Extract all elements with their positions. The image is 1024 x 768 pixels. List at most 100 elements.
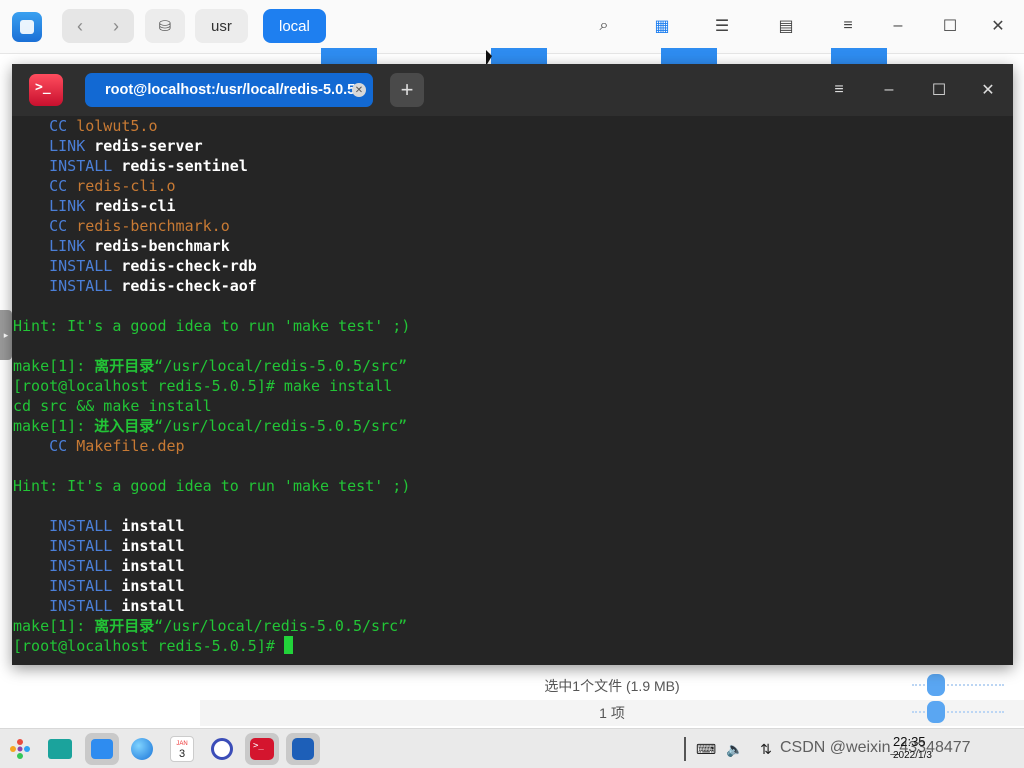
taskbar: JAN 3 >_ ⌨ 🔈 ⇅ CSDN @weixin_43348477 22:… xyxy=(0,728,1024,768)
terminal-app-icon: >_ xyxy=(29,74,63,106)
terminal-line: INSTALL install xyxy=(13,556,1008,576)
terminal-text: CC xyxy=(13,117,77,135)
forward-button[interactable]: › xyxy=(98,9,134,43)
file-manager-toolbar: ‹ › ⛁ usr local ⌕ ▦ ☰ ▤ ≡ – ☐ ✕ xyxy=(0,0,1024,54)
terminal-taskbar-icon[interactable]: >_ xyxy=(245,733,279,765)
terminal-text: [root@localhost redis-5.0.5]# make insta… xyxy=(13,377,393,395)
terminal-text: redis-cli xyxy=(94,197,176,215)
terminal-close-icon[interactable]: ✕ xyxy=(976,78,1000,102)
terminal-text: INSTALL xyxy=(13,157,122,175)
terminal-text: redis-server xyxy=(94,137,203,155)
terminal-line: [root@localhost redis-5.0.5]# xyxy=(13,636,1008,656)
file-item[interactable] xyxy=(491,48,547,64)
new-tab-button[interactable]: + xyxy=(390,73,424,107)
terminal-line: make[1]: 离开目录“/usr/local/redis-5.0.5/src… xyxy=(13,616,1008,636)
maximize-icon[interactable]: ☐ xyxy=(938,14,962,38)
tab-close-icon[interactable]: ✕ xyxy=(352,83,366,97)
terminal-line: Hint: It's a good idea to run 'make test… xyxy=(13,316,1008,336)
terminal-text: [root@localhost redis-5.0.5]# xyxy=(13,637,284,655)
keyboard-icon[interactable]: ⌨ xyxy=(696,739,716,759)
back-button[interactable]: ‹ xyxy=(62,9,98,43)
terminal-line: INSTALL install xyxy=(13,536,1008,556)
file-item[interactable] xyxy=(831,48,887,64)
terminal-output[interactable]: CC lolwut5.o LINK redis-server INSTALL r… xyxy=(13,116,1008,656)
terminal-line: INSTALL redis-check-aof xyxy=(13,276,1008,296)
terminal-line: CC redis-cli.o xyxy=(13,176,1008,196)
terminal-text: CC xyxy=(13,217,77,235)
terminal-text: redis-sentinel xyxy=(121,157,248,175)
terminal-text: redis-check-aof xyxy=(121,277,257,295)
terminal-line: make[1]: 离开目录“/usr/local/redis-5.0.5/src… xyxy=(13,356,1008,376)
terminal-text: INSTALL xyxy=(13,517,122,535)
clock-date: 2022/1/3 xyxy=(893,750,932,761)
terminal-text: LINK xyxy=(13,197,95,215)
list-view-icon[interactable]: ☰ xyxy=(710,14,734,38)
file-item[interactable] xyxy=(661,48,717,64)
calendar-icon[interactable]: JAN 3 xyxy=(165,733,199,765)
zoom-slider-knob[interactable] xyxy=(927,674,945,696)
network-icon[interactable]: ⇅ xyxy=(756,739,776,759)
minimize-icon[interactable]: – xyxy=(886,14,910,38)
terminal-text: CC xyxy=(13,437,77,455)
terminal-text: “/usr/local/redis-5.0.5/src” xyxy=(154,617,408,635)
breadcrumb-local[interactable]: local xyxy=(263,9,326,43)
terminal-text: INSTALL xyxy=(13,577,122,595)
zoom-slider[interactable] xyxy=(912,684,1004,688)
close-icon[interactable]: ✕ xyxy=(986,14,1010,38)
volume-icon[interactable]: 🔈 xyxy=(725,739,745,759)
terminal-line: INSTALL redis-sentinel xyxy=(13,156,1008,176)
search-icon[interactable]: ⌕ xyxy=(592,14,616,38)
terminal-text: redis-benchmark xyxy=(94,237,230,255)
terminal-text: redis-benchmark.o xyxy=(76,217,230,235)
terminal-line: cd src && make install xyxy=(13,396,1008,416)
breadcrumb-disk-icon[interactable]: ⛁ xyxy=(145,9,185,43)
zoom-slider-knob-2[interactable] xyxy=(927,701,945,723)
terminal-text: make[1]: xyxy=(13,417,95,435)
terminal-text: INSTALL xyxy=(13,277,122,295)
terminal-line: LINK redis-cli xyxy=(13,196,1008,216)
launcher-icon[interactable] xyxy=(3,733,37,765)
terminal-line: CC Makefile.dep xyxy=(13,436,1008,456)
terminal-line: INSTALL install xyxy=(13,576,1008,596)
terminal-text: lolwut5.o xyxy=(76,117,158,135)
breadcrumb-usr[interactable]: usr xyxy=(195,9,248,43)
terminal-text: Hint: It's a good idea to run 'make test… xyxy=(13,317,411,335)
terminal-text: LINK xyxy=(13,237,95,255)
selection-status: 选中1个文件 (1.9 MB) xyxy=(544,678,680,694)
multitask-view-icon[interactable] xyxy=(43,733,77,765)
menu-icon[interactable]: ≡ xyxy=(836,14,860,38)
terminal-text: 离开目录 xyxy=(94,617,155,635)
clock[interactable]: 22:35 2022/1/3 xyxy=(893,735,932,763)
taskbar-separator xyxy=(684,737,686,761)
terminal-text: install xyxy=(121,577,185,595)
terminal-text: “/usr/local/redis-5.0.5/src” xyxy=(154,357,408,375)
terminal-text: “/usr/local/redis-5.0.5/src” xyxy=(154,417,408,435)
terminal-maximize-icon[interactable]: ☐ xyxy=(927,78,951,102)
file-manager-taskbar-icon[interactable] xyxy=(85,733,119,765)
terminal-line: INSTALL install xyxy=(13,596,1008,616)
terminal-line: LINK redis-server xyxy=(13,136,1008,156)
terminal-line: INSTALL install xyxy=(13,516,1008,536)
terminal-text: redis-check-rdb xyxy=(121,257,257,275)
detail-view-icon[interactable]: ▤ xyxy=(774,14,798,38)
navigation-buttons: ‹ › xyxy=(62,9,134,43)
sidebar-toggle-handle[interactable]: ▸ xyxy=(0,310,12,360)
terminal-menu-icon[interactable]: ≡ xyxy=(827,78,851,102)
app-store-icon[interactable] xyxy=(286,733,320,765)
terminal-tab[interactable]: root@localhost:/usr/local/redis-5.0.5 xyxy=(85,73,373,107)
terminal-text: INSTALL xyxy=(13,597,122,615)
icon-view-icon[interactable]: ▦ xyxy=(650,14,674,38)
file-item[interactable] xyxy=(321,48,377,64)
terminal-line: Hint: It's a good idea to run 'make test… xyxy=(13,476,1008,496)
zoom-slider-2[interactable] xyxy=(912,711,1004,715)
terminal-text: INSTALL xyxy=(13,257,122,275)
settings-icon[interactable] xyxy=(205,733,239,765)
calendar-day: 3 xyxy=(178,748,186,760)
terminal-minimize-icon[interactable]: – xyxy=(877,78,901,102)
terminal-tab-title: root@localhost:/usr/local/redis-5.0.5 xyxy=(105,82,356,98)
browser-icon[interactable] xyxy=(125,733,159,765)
